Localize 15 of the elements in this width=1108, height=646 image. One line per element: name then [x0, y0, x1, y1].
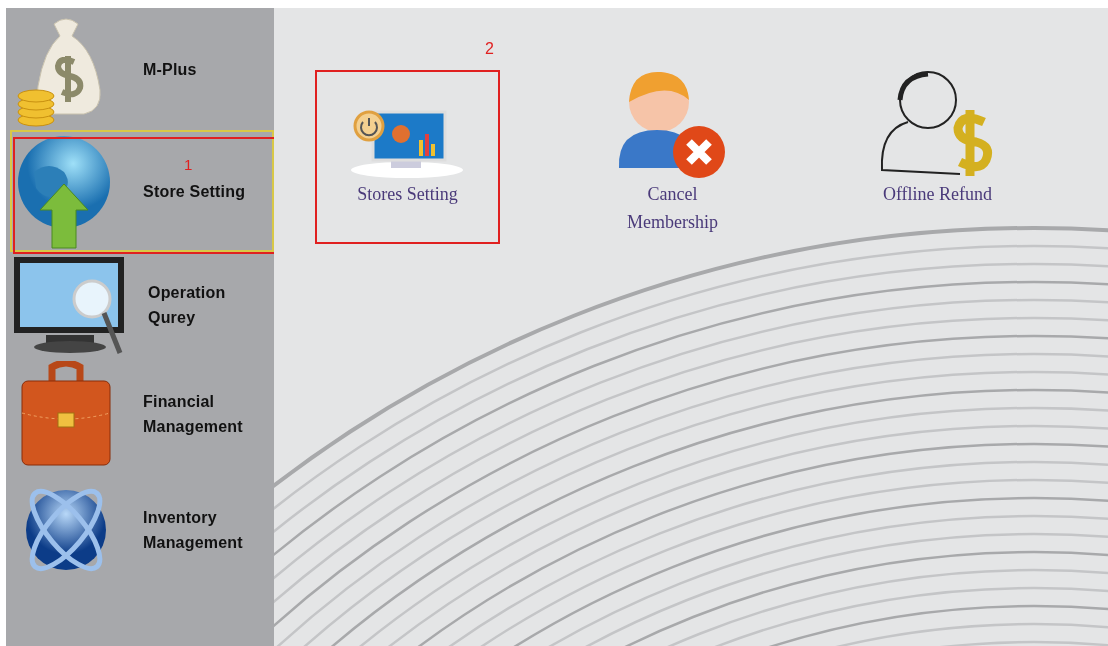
sidebar-item-label: M-Plus — [143, 59, 198, 80]
app-tile[interactable]: Offline Refund — [845, 70, 1030, 217]
sidebar-item[interactable]: Operation Qurey — [12, 254, 272, 356]
annotation-number: 1 — [184, 156, 193, 173]
sidebar-item-label: Operation Qurey — [148, 283, 227, 328]
sidebar-item[interactable]: Inventory Management — [12, 472, 272, 588]
sidebar-item[interactable]: Financial Management — [12, 360, 272, 468]
annotation-number: 2 — [485, 40, 494, 58]
sidebar-item[interactable]: M-Plus — [12, 10, 272, 128]
monitor-magnifier-icon — [12, 255, 124, 355]
sidebar-item-label: Store Setting — [143, 181, 247, 202]
app-tile[interactable]: Stores Setting — [315, 70, 500, 217]
sidebar-item-label: Financial Management — [143, 392, 244, 437]
sidebar-item-label: Inventory Management — [143, 508, 244, 553]
app-tile[interactable]: Cancel Membership — [580, 70, 765, 244]
